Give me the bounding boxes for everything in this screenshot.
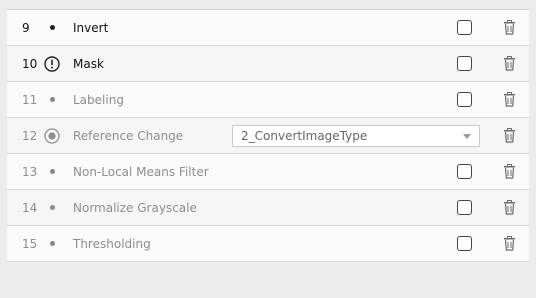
exclamation-circle-icon (44, 55, 60, 72)
step-enable-checkbox[interactable] (457, 164, 472, 179)
step-row-thresholding[interactable]: 15 Thresholding (7, 226, 529, 262)
step-label: Labeling (73, 92, 124, 107)
trash-icon[interactable] (503, 56, 516, 71)
step-number: 9 (22, 20, 30, 35)
step-row-normalize-grayscale[interactable]: 14 Normalize Grayscale (7, 190, 529, 226)
step-row-invert[interactable]: 9 Invert (7, 10, 529, 46)
step-enable-checkbox[interactable] (457, 236, 472, 251)
step-number: 15 (22, 236, 38, 251)
step-enable-checkbox[interactable] (457, 200, 472, 215)
step-row-mask[interactable]: 10 Mask (7, 46, 529, 82)
trash-icon[interactable] (503, 200, 516, 215)
step-number: 10 (22, 56, 38, 71)
trash-icon[interactable] (503, 236, 516, 251)
step-label: Reference Change (73, 128, 184, 143)
bullet-dot-icon (44, 200, 60, 216)
step-row-reference-change[interactable]: 12 Reference Change 2_ConvertImageType (7, 118, 529, 154)
target-circle-icon (44, 127, 60, 144)
step-label: Invert (73, 20, 109, 35)
step-row-labeling[interactable]: 11 Labeling (7, 82, 529, 118)
trash-icon[interactable] (503, 164, 516, 179)
step-label: Thresholding (73, 236, 151, 251)
step-label: Non-Local Means Filter (73, 164, 209, 179)
step-enable-checkbox[interactable] (457, 20, 472, 35)
trash-icon[interactable] (503, 92, 516, 107)
bullet-dot-icon (44, 164, 60, 180)
step-number: 13 (22, 164, 38, 179)
chevron-down-icon (463, 133, 471, 139)
step-number: 11 (22, 92, 38, 107)
bullet-dot-icon (44, 92, 60, 108)
pipeline-step-list: 9 Invert 10 Mask 11 Labeling 12 Referenc… (7, 9, 529, 262)
bullet-dot-icon (44, 20, 60, 36)
reference-step-select[interactable]: 2_ConvertImageType (232, 124, 480, 147)
step-label: Normalize Grayscale (73, 200, 197, 215)
step-number: 14 (22, 200, 38, 215)
trash-icon[interactable] (503, 20, 516, 35)
step-label: Mask (73, 56, 104, 71)
trash-icon[interactable] (503, 128, 516, 143)
step-row-non-local-means-filter[interactable]: 13 Non-Local Means Filter (7, 154, 529, 190)
select-value: 2_ConvertImageType (241, 128, 368, 143)
bullet-dot-icon (44, 236, 60, 252)
step-enable-checkbox[interactable] (457, 56, 472, 71)
step-enable-checkbox[interactable] (457, 92, 472, 107)
step-number: 12 (22, 128, 38, 143)
